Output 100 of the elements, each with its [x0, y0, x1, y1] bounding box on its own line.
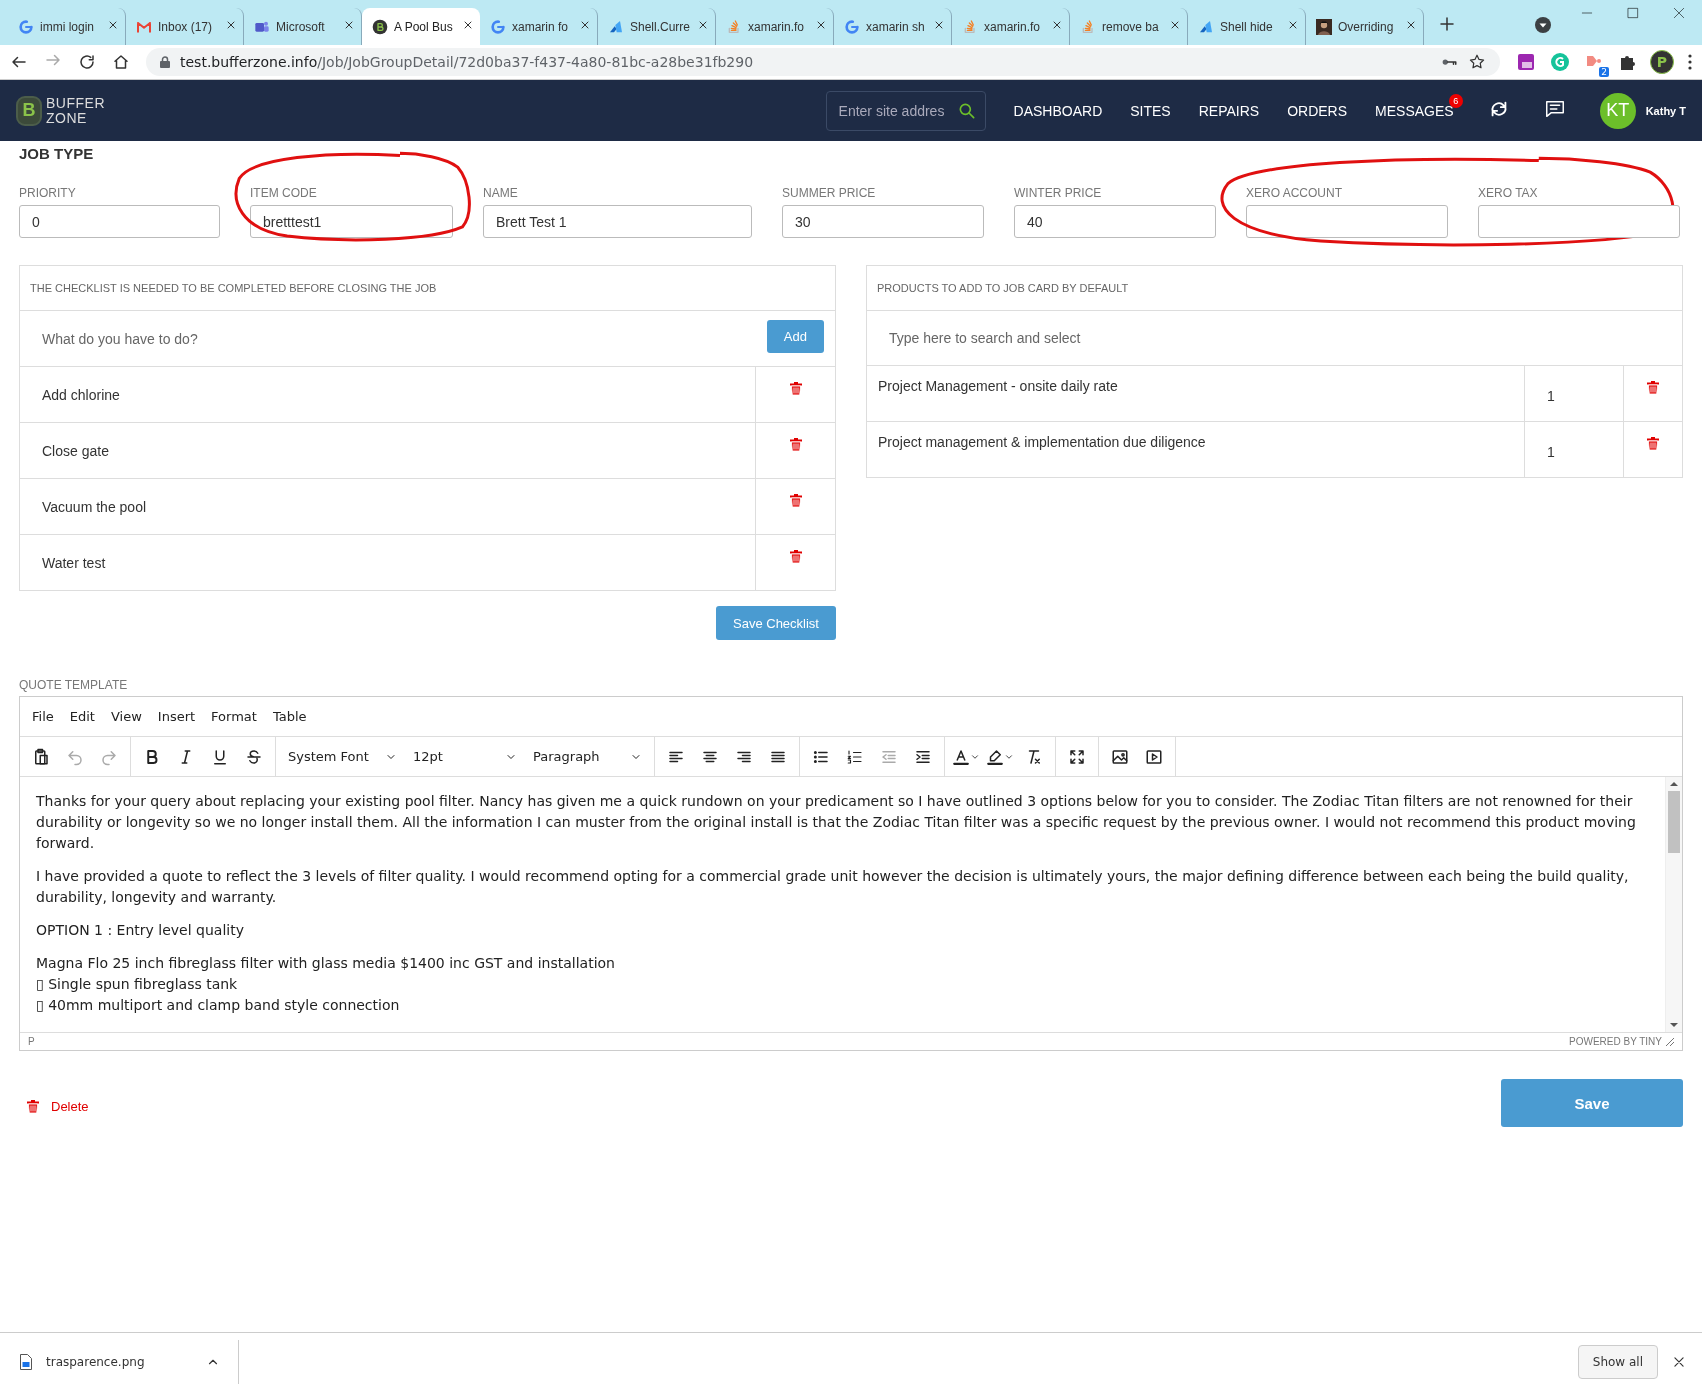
close-icon[interactable] [815, 19, 827, 31]
panel-heading: THE CHECKLIST IS NEEDED TO BE COMPLETED BEFORE CLOSING THE JOB [30, 282, 437, 294]
address-bar[interactable]: test.bufferzone.info/Job/JobGroupDetail/72d0ba37-f437-4a80-81bc-a28be31fb290 [146, 48, 1500, 76]
text-field[interactable]: Brett Test 1 [483, 205, 752, 238]
text-field[interactable]: 40 [1014, 205, 1216, 238]
logo-icon [372, 18, 388, 35]
media-icon[interactable] [1145, 747, 1163, 766]
tab-search-icon[interactable] [1534, 16, 1552, 34]
close-icon[interactable] [697, 19, 709, 31]
search-field[interactable]: Enter site addres [825, 90, 986, 131]
scroll-up-icon[interactable] [1670, 781, 1678, 787]
close-icon[interactable] [225, 19, 237, 31]
field-label: NAME [483, 186, 519, 200]
product-search-field[interactable]: Type here to search and select [877, 321, 1672, 355]
delete-icon[interactable] [789, 382, 802, 395]
close-icon[interactable] [107, 19, 119, 31]
browser-tab[interactable]: xamarin.fo [952, 8, 1070, 45]
star-icon[interactable] [1468, 53, 1486, 71]
text-field[interactable]: 0 [19, 205, 220, 238]
toolbar-dropdown[interactable]: System Font [280, 741, 405, 772]
text-color-icon[interactable] [952, 747, 970, 766]
browser-tab[interactable]: Shell.Curre [598, 8, 716, 45]
resize-handle-icon[interactable] [1666, 1037, 1674, 1046]
menu-item[interactable]: Insert [149, 709, 204, 724]
delete-icon[interactable] [1647, 381, 1659, 394]
browser-tab[interactable]: Inbox (17) [126, 8, 244, 45]
nav-link[interactable]: DASHBOARD [1013, 102, 1103, 119]
profile-avatar[interactable]: P [1650, 50, 1674, 74]
close-icon[interactable] [462, 19, 474, 31]
checklist-item: Water test [41, 553, 107, 573]
logo-text: BUFFER [46, 95, 105, 111]
reload-icon[interactable] [78, 53, 96, 71]
home-icon[interactable] [112, 53, 130, 71]
browser-tab[interactable]: A Pool Bus [362, 8, 480, 45]
browser-tab[interactable]: remove ba [1070, 8, 1188, 45]
close-icon[interactable] [343, 19, 355, 31]
paste-icon[interactable] [32, 747, 50, 766]
delete-icon[interactable] [789, 494, 802, 507]
delete-icon[interactable] [789, 438, 802, 451]
browser-tab[interactable]: xamarin fo [480, 8, 598, 45]
download-item[interactable]: trasparence.png [46, 1355, 192, 1369]
delete-link[interactable]: Delete [27, 1099, 89, 1114]
section-title: JOB TYPE [19, 145, 95, 162]
google-icon [844, 18, 860, 35]
image-icon[interactable] [1111, 747, 1129, 766]
browser-tab[interactable]: Overriding [1306, 8, 1424, 45]
logo-mark[interactable]: B [16, 95, 42, 126]
highlighter-icon[interactable] [986, 747, 1004, 766]
google-icon [18, 18, 34, 35]
strikethrough-icon[interactable] [245, 747, 263, 766]
menu-item[interactable]: File [24, 709, 62, 724]
close-icon[interactable] [1405, 19, 1417, 31]
close-icon[interactable] [579, 19, 591, 31]
browser-tab[interactable]: immi login [8, 8, 126, 45]
underline-icon[interactable] [211, 747, 229, 766]
maximize-icon[interactable] [1626, 6, 1640, 20]
scrollbar-thumb[interactable] [1668, 791, 1680, 853]
browser-tab[interactable]: Shell hide [1188, 8, 1306, 45]
browser-tab[interactable]: xamarin sh [834, 8, 952, 45]
menu-item[interactable]: Format [203, 709, 265, 724]
body-text: ▯ Single spun fibreglass tank [36, 975, 239, 994]
fullscreen-icon[interactable] [1068, 747, 1086, 766]
branding-text[interactable]: POWERED BY TINY [1569, 1036, 1662, 1047]
new-tab-icon[interactable] [1438, 15, 1456, 33]
delete-icon[interactable] [1647, 437, 1659, 450]
nav-link[interactable]: SITES [1130, 102, 1171, 119]
user-name[interactable]: Kathy T [1645, 104, 1686, 117]
extension-icon[interactable] [1516, 52, 1536, 72]
menu-icon[interactable] [1688, 54, 1692, 70]
close-icon[interactable] [1169, 19, 1181, 31]
text-field[interactable]: 30 [782, 205, 984, 238]
scroll-down-icon[interactable] [1670, 1022, 1678, 1028]
puzzle-icon[interactable] [1618, 53, 1636, 71]
rich-text-editor[interactable] [19, 696, 1683, 1051]
nav-link[interactable]: REPAIRS [1198, 102, 1260, 119]
field-label: XERO TAX [1478, 186, 1539, 200]
menu-item[interactable]: Table [264, 709, 315, 724]
menu-item[interactable]: Edit [61, 709, 103, 724]
show-all-button[interactable]: Show all [1577, 1345, 1658, 1379]
body-text: ▯ 40mm multiport and clamp band style connection [36, 996, 401, 1015]
close-icon[interactable] [1672, 1355, 1686, 1369]
text-field[interactable]: bretttest1 [250, 205, 453, 238]
toolbar-dropdown[interactable]: Paragraph [525, 741, 650, 772]
close-icon[interactable] [1287, 19, 1299, 31]
nav-link[interactable]: ORDERS [1287, 102, 1348, 119]
element-path[interactable]: P [28, 1036, 35, 1047]
body-text: Magna Flo 25 inch fibreglass filter with glass media $1400 inc GST and installation [36, 954, 616, 973]
field-label: XERO ACCOUNT [1246, 186, 1343, 200]
close-icon[interactable] [933, 19, 945, 31]
toolbar-dropdown[interactable]: 12pt [405, 741, 525, 772]
body-text: I have provided a quote to reflect the 3 levels of filter quality. I would recommend opting for a commercial grade unit however the decision is ultimately yours, the major defining difference between each being the build quality, durability, longevity and warranty. [36, 867, 1630, 907]
text-field[interactable] [1246, 205, 1448, 238]
text-field[interactable] [1478, 205, 1680, 238]
delete-icon[interactable] [789, 550, 802, 563]
google-icon [490, 18, 506, 35]
delete-icon [27, 1100, 39, 1113]
product-name: Project management & implementation due diligence [877, 433, 1207, 452]
close-icon[interactable] [1051, 19, 1063, 31]
browser-tab[interactable]: xamarin.fo [716, 8, 834, 45]
menu-item[interactable]: View [102, 709, 150, 724]
